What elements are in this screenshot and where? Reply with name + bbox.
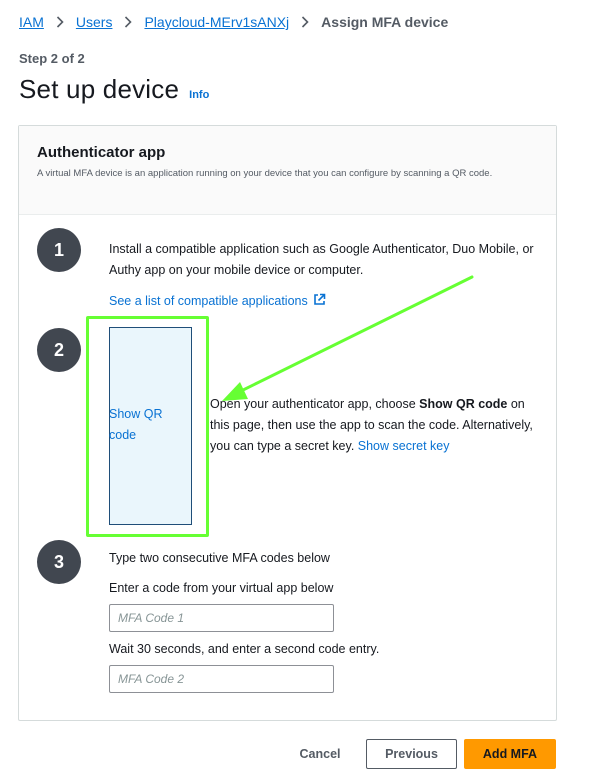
step-indicator: Step 2 of 2	[19, 51, 85, 66]
mfa-code-1-input[interactable]	[109, 604, 334, 632]
step-3-badge: 3	[37, 540, 81, 584]
previous-button[interactable]: Previous	[366, 739, 457, 769]
breadcrumb-iam[interactable]: IAM	[19, 12, 44, 32]
breadcrumb-user[interactable]: Playcloud-MErv1sANXj	[144, 12, 289, 32]
breadcrumb-users[interactable]: Users	[76, 12, 113, 32]
chevron-right-icon	[124, 16, 133, 28]
cancel-button[interactable]: Cancel	[290, 739, 350, 769]
chevron-right-icon	[301, 16, 309, 28]
page: IAM Users Playcloud-MErv1sANXj Assign MF…	[0, 0, 596, 778]
show-secret-key-link[interactable]: Show secret key	[358, 439, 450, 453]
mfa-code-2-label: Wait 30 seconds, and enter a second code…	[109, 642, 380, 656]
chevron-right-icon	[56, 16, 64, 28]
breadcrumb: IAM Users Playcloud-MErv1sANXj Assign MF…	[19, 12, 448, 32]
show-qr-code-button[interactable]: Show QR code	[109, 404, 179, 446]
mfa-code-2-input[interactable]	[109, 665, 334, 693]
panel-title: Authenticator app	[37, 144, 166, 161]
panel-description: A virtual MFA device is an application r…	[37, 168, 493, 179]
step-1-badge: 1	[37, 228, 81, 272]
info-link[interactable]: Info	[189, 89, 209, 101]
panel-header: Authenticator app A virtual MFA device i…	[19, 126, 556, 215]
step-2-text-pre: Open your authenticator app, choose	[210, 397, 420, 411]
step-1-text: Install a compatible application such as…	[109, 242, 534, 277]
step-3-text: Type two consecutive MFA codes below	[109, 551, 330, 565]
step-2-text: Open your authenticator app, choose Show…	[210, 394, 545, 457]
mfa-code-1-label: Enter a code from your virtual app below	[109, 581, 334, 595]
breadcrumb-current: Assign MFA device	[321, 14, 449, 30]
title-row: Set up device Info	[19, 74, 209, 105]
step-2-text-bold: Show QR code	[419, 397, 508, 411]
step-2-badge: 2	[37, 328, 81, 372]
add-mfa-button[interactable]: Add MFA	[464, 739, 556, 769]
external-link-icon	[308, 293, 326, 309]
compatible-apps-link-label[interactable]: See a list of compatible applications	[109, 294, 308, 308]
page-title: Set up device	[19, 74, 180, 104]
compatible-apps-link[interactable]: See a list of compatible applications	[109, 293, 326, 309]
